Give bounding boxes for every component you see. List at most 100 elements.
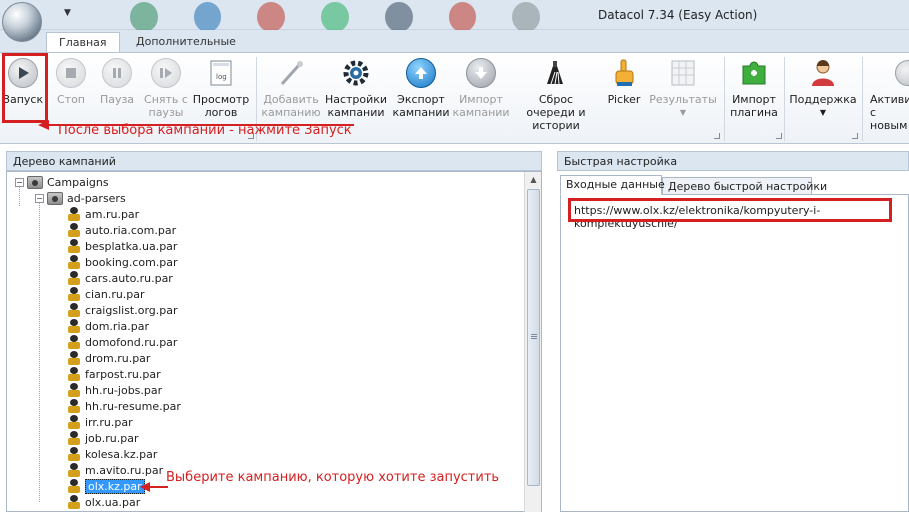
select-annotation-arrow bbox=[140, 482, 168, 492]
tree-item-campaign[interactable]: hh.ru-jobs.par bbox=[67, 382, 162, 398]
quick-settings-header: Быстрая настройка bbox=[557, 151, 909, 171]
pause-button[interactable]: Пауза bbox=[97, 57, 137, 106]
view-logs-button-label: Просмотр логов bbox=[192, 93, 250, 119]
pause-button-label: Пауза bbox=[99, 93, 135, 106]
tree-item-campaign[interactable]: irr.ru.par bbox=[67, 414, 133, 430]
import-campaign-button[interactable]: Импорт кампании bbox=[452, 57, 510, 119]
table-icon bbox=[667, 57, 699, 89]
launch-highlight-box bbox=[2, 53, 48, 123]
activation-button[interactable]: Активи с новым bbox=[870, 57, 909, 132]
group-launcher-icon[interactable] bbox=[852, 133, 858, 139]
collapse-toggle-icon[interactable]: − bbox=[35, 193, 44, 203]
scroll-up-icon[interactable]: ▲ bbox=[528, 175, 539, 185]
url-highlight-box bbox=[568, 198, 892, 222]
tree-item-campaign[interactable]: am.ru.par bbox=[67, 206, 139, 222]
tree-item-campaign[interactable]: farpost.ru.par bbox=[67, 366, 161, 382]
reset-queue-button-label: Сброс очереди и истории bbox=[526, 93, 586, 132]
campaign-tree-scrollbar[interactable]: ▲ bbox=[524, 172, 541, 512]
activation-button-label: Активи с новым bbox=[870, 93, 909, 132]
broom-icon bbox=[540, 57, 572, 89]
collapse-toggle-icon[interactable]: − bbox=[15, 177, 24, 187]
application-menu-orb-icon[interactable] bbox=[2, 2, 42, 42]
activation-icon bbox=[892, 57, 909, 89]
tab-main[interactable]: Главная bbox=[46, 32, 120, 52]
picker-button[interactable]: Picker bbox=[604, 57, 644, 106]
tree-item-campaign[interactable]: hh.ru-resume.par bbox=[67, 398, 181, 414]
group-separator bbox=[862, 57, 863, 141]
campaign-settings-button[interactable]: Настройки кампании bbox=[324, 57, 388, 119]
campaign-icon bbox=[67, 223, 81, 237]
gear-icon bbox=[340, 57, 372, 89]
puzzle-icon bbox=[738, 57, 770, 89]
tree-node-ad-parsers[interactable]: − ad-parsers bbox=[35, 190, 126, 206]
export-campaign-button[interactable]: Экспорт кампании bbox=[392, 57, 450, 119]
launch-annotation-text: После выбора кампании - нажмите Запуск bbox=[58, 123, 352, 138]
campaign-settings-button-label: Настройки кампании bbox=[324, 93, 388, 119]
campaign-label: irr.ru.par bbox=[85, 415, 133, 429]
select-annotation-text: Выберите кампанию, которую хотите запуст… bbox=[166, 470, 500, 485]
pointing-hand-icon bbox=[608, 57, 640, 89]
title-bar: ▼ Datacol 7.34 (Easy Action) bbox=[0, 0, 909, 32]
tree-item-campaign[interactable]: auto.ria.com.par bbox=[67, 222, 176, 238]
add-campaign-button[interactable]: Добавить кампанию bbox=[261, 57, 321, 119]
tree-item-campaign[interactable]: m.avito.ru.par bbox=[67, 462, 163, 478]
tree-node-label: ad-parsers bbox=[67, 191, 126, 205]
input-data-editor[interactable] bbox=[560, 194, 909, 512]
tree-node-campaigns[interactable]: − Campaigns bbox=[15, 174, 109, 190]
background-app-icon bbox=[193, 2, 222, 32]
svg-text:log: log bbox=[216, 73, 227, 81]
tree-item-campaign[interactable]: olx.ua.par bbox=[67, 494, 140, 510]
reset-queue-button[interactable]: Сброс очереди и истории bbox=[514, 57, 598, 132]
campaign-icon bbox=[67, 431, 81, 445]
support-button[interactable]: Поддержка ▼ bbox=[789, 57, 857, 119]
campaign-label: olx.ua.par bbox=[85, 495, 141, 509]
tree-item-campaign-selected[interactable]: olx.kz.par bbox=[67, 478, 145, 494]
tree-item-campaign[interactable]: cian.ru.par bbox=[67, 286, 145, 302]
tree-item-campaign[interactable]: cars.auto.ru.par bbox=[67, 270, 173, 286]
tree-item-campaign[interactable]: kolesa.kz.par bbox=[67, 446, 157, 462]
tree-item-campaign[interactable]: drom.ru.par bbox=[67, 350, 150, 366]
tree-item-campaign[interactable]: job.ru.par bbox=[67, 430, 139, 446]
campaign-icon bbox=[67, 495, 81, 509]
tree-item-campaign[interactable]: besplatka.ua.par bbox=[67, 238, 177, 254]
tree-item-campaign[interactable]: booking.com.par bbox=[67, 254, 178, 270]
support-person-icon bbox=[807, 57, 839, 89]
export-campaign-button-label: Экспорт кампании bbox=[392, 93, 450, 119]
picker-button-label: Picker bbox=[607, 93, 641, 106]
folder-icon bbox=[47, 191, 63, 205]
add-campaign-button-label: Добавить кампанию bbox=[261, 93, 321, 119]
scrollbar-thumb[interactable] bbox=[527, 189, 540, 486]
tab-additional[interactable]: Дополнительные bbox=[124, 32, 248, 52]
resume-button[interactable]: Снять с паузы bbox=[142, 57, 190, 119]
campaign-label: cars.auto.ru.par bbox=[85, 271, 173, 285]
tree-connector bbox=[39, 202, 40, 502]
view-logs-button[interactable]: log Просмотр логов bbox=[192, 57, 250, 119]
tab-quick-settings-tree[interactable]: Дерево быстрой настройки bbox=[662, 177, 827, 195]
campaign-icon bbox=[67, 255, 81, 269]
grip-line bbox=[531, 338, 537, 339]
campaign-label: m.avito.ru.par bbox=[85, 463, 164, 477]
tree-item-campaign[interactable]: craigslist.org.par bbox=[67, 302, 178, 318]
campaign-icon bbox=[67, 479, 81, 493]
group-launcher-icon[interactable] bbox=[714, 133, 720, 139]
background-app-icon bbox=[384, 2, 413, 32]
campaign-label: craigslist.org.par bbox=[85, 303, 178, 317]
campaign-icon bbox=[67, 351, 81, 365]
campaign-icon bbox=[67, 415, 81, 429]
window-title: Datacol 7.34 (Easy Action) bbox=[598, 8, 758, 22]
import-plugin-button[interactable]: Импорт плагина bbox=[730, 57, 778, 119]
results-button[interactable]: Результаты ▼ bbox=[649, 57, 717, 119]
campaign-label: hh.ru-resume.par bbox=[85, 399, 181, 413]
campaign-label: drom.ru.par bbox=[85, 351, 151, 365]
stop-button[interactable]: Стоп bbox=[52, 57, 90, 106]
quick-access-dropdown-icon[interactable]: ▼ bbox=[64, 8, 71, 18]
campaign-label: domofond.ru.par bbox=[85, 335, 178, 349]
campaign-label: am.ru.par bbox=[85, 207, 140, 221]
tab-input-data[interactable]: Входные данные bbox=[560, 175, 665, 195]
campaign-icon bbox=[67, 207, 81, 221]
tree-item-campaign[interactable]: dom.ria.par bbox=[67, 318, 149, 334]
campaign-icon bbox=[67, 271, 81, 285]
folder-icon bbox=[27, 175, 43, 189]
group-launcher-icon[interactable] bbox=[776, 133, 782, 139]
tree-item-campaign[interactable]: domofond.ru.par bbox=[67, 334, 177, 350]
